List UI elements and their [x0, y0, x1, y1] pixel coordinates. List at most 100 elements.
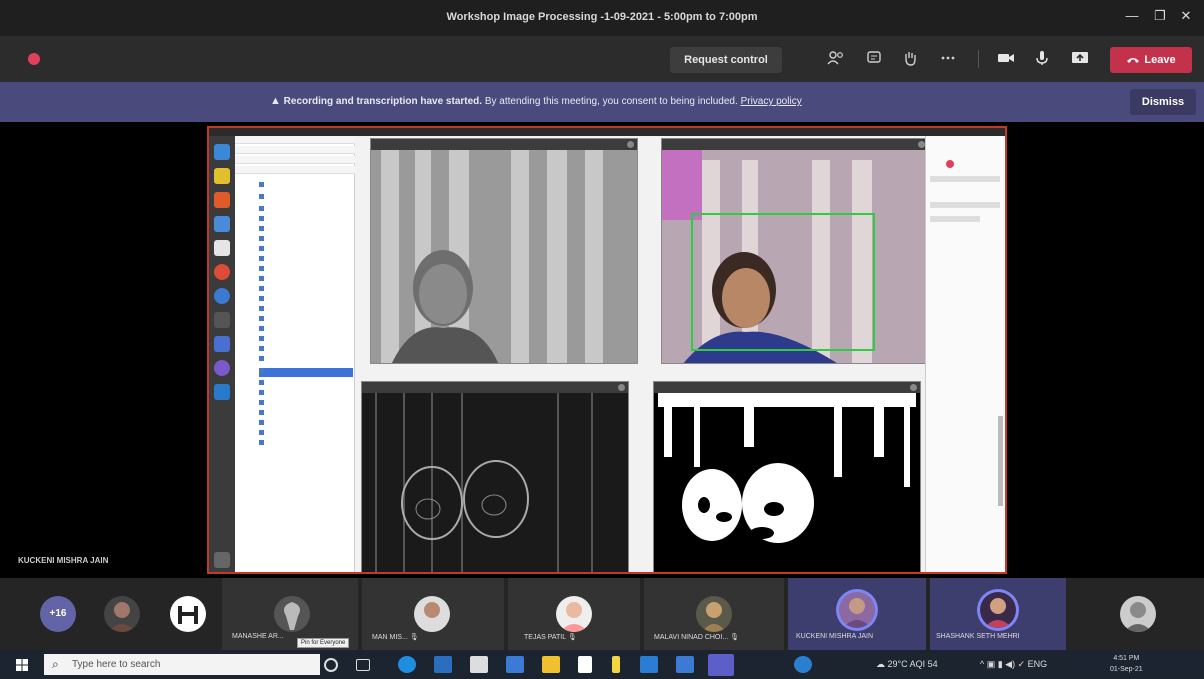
more-options-icon[interactable] [938, 50, 958, 68]
fp-toolbar [235, 146, 355, 154]
close-button[interactable]: ✕ [1176, 8, 1196, 24]
participant-tile[interactable]: MAN MIS... 🎙 [362, 578, 504, 650]
camera-icon[interactable] [996, 50, 1016, 68]
task-view-icon[interactable] [356, 659, 370, 671]
participant-name-text: MALAVI NINAD CHOI... [654, 634, 729, 641]
minimize-button[interactable]: — [1122, 8, 1142, 23]
chat-icon[interactable] [864, 50, 884, 68]
leave-label: Leave [1144, 54, 1176, 66]
participant-tile[interactable]: MALAVI NINAD CHOI... 🎙 [644, 578, 784, 650]
participant-name: MAN MIS... 🎙 [372, 633, 419, 641]
vscode-icon [214, 384, 230, 400]
participant-tile-speaking[interactable]: SHASHANK SETH MEHRI [930, 578, 1066, 650]
panel-line [930, 202, 1000, 208]
list-item [259, 440, 353, 449]
fp-toolbar [235, 166, 355, 174]
dock-app-icon [214, 336, 230, 352]
app-icon[interactable] [506, 656, 524, 673]
dock-app-icon [214, 312, 230, 328]
avatar [556, 596, 592, 632]
avatar [414, 596, 450, 632]
raise-hand-icon[interactable] [900, 50, 920, 68]
more-participants-button[interactable]: +16 [40, 596, 76, 632]
store-icon[interactable] [470, 656, 488, 673]
leave-button[interactable]: Leave [1110, 47, 1192, 73]
banner-text: By attending this meeting, you consent t… [482, 96, 738, 107]
file-explorer-icon[interactable] [542, 656, 560, 673]
scrollbar[interactable] [998, 416, 1003, 506]
meeting-toolbar: Request control Leave [0, 36, 1204, 82]
list-item [259, 400, 353, 409]
mail-icon[interactable] [434, 656, 452, 673]
presenter-name: KUCKENI MISHRA JAIN [18, 556, 109, 565]
share-screen-icon[interactable] [1070, 50, 1090, 68]
warning-icon: ▲ [270, 95, 281, 107]
participant-tile[interactable]: TEJAS PATIL 🎙 [508, 578, 640, 650]
list-item [259, 276, 353, 285]
participant-tile-speaking[interactable]: KUCKENI MISHRA JAIN [788, 578, 926, 650]
chrome-icon [214, 264, 230, 280]
teams-icon[interactable] [708, 654, 734, 676]
threshold-video-window [653, 381, 921, 572]
list-item [259, 380, 353, 389]
dock-app-icon [214, 288, 230, 304]
mic-icon[interactable] [1032, 50, 1052, 68]
weather-text: 29°C AQI 54 [887, 659, 938, 669]
color-frame [662, 150, 928, 363]
title-bar: Workshop Image Processing -1-09-2021 - 5… [0, 0, 1204, 36]
window-close-icon[interactable] [910, 384, 917, 391]
avatar[interactable] [170, 596, 206, 632]
dock-app-icon [214, 216, 230, 232]
desktop-topbar [209, 128, 1005, 136]
grayscale-frame [371, 150, 637, 363]
list-item [259, 336, 353, 345]
taskbar-clock[interactable]: 4:51 PM 01-Sep-21 [1110, 653, 1143, 675]
browser-side-panel [925, 136, 1005, 572]
app-icon[interactable] [612, 656, 620, 673]
list-item [259, 226, 353, 235]
list-item [259, 266, 353, 275]
request-control-button[interactable]: Request control [670, 47, 782, 73]
avatar[interactable] [1120, 596, 1156, 632]
photos-icon[interactable] [676, 656, 694, 673]
dock-app-icon [214, 168, 230, 184]
avatar [696, 596, 732, 632]
dismiss-button[interactable]: Dismiss [1130, 89, 1196, 115]
weather-widget[interactable]: ☁ 29°C AQI 54 [876, 659, 938, 670]
participant-name-text: TEJAS PATIL [524, 634, 566, 641]
banner-message: ▲ Recording and transcription have start… [270, 95, 802, 107]
window-close-icon[interactable] [627, 141, 634, 148]
tray-icons[interactable]: ^ ▣ ▮ ◀) ✓ ENG [980, 659, 1047, 670]
avatar[interactable] [104, 596, 140, 632]
avatar [839, 592, 875, 628]
windows-start-icon[interactable] [16, 659, 28, 671]
list-item [259, 430, 353, 439]
participant-name: MALAVI NINAD CHOI... 🎙 [654, 633, 739, 641]
list-item [259, 246, 353, 255]
dropbox-icon[interactable] [578, 656, 592, 673]
window-titlebar [654, 382, 920, 393]
threshold-frame [654, 393, 920, 572]
detection-video-window [661, 138, 929, 364]
app-dock [209, 136, 235, 572]
list-item [259, 256, 353, 265]
edge-icon[interactable] [398, 656, 416, 673]
file-manager-panel [235, 136, 355, 572]
participant-name: MANASHE AR... [232, 633, 284, 640]
window-titlebar [662, 139, 928, 150]
window-titlebar [362, 382, 628, 393]
browser-icon[interactable] [794, 656, 812, 673]
word-icon[interactable] [640, 656, 658, 673]
panel-line [930, 216, 980, 222]
edge-frame [362, 393, 628, 572]
cortana-icon[interactable] [324, 658, 338, 672]
people-icon[interactable] [826, 50, 846, 68]
window-close-icon[interactable] [618, 384, 625, 391]
taskbar-search-input[interactable]: ⌕ Type here to search [44, 654, 320, 675]
privacy-policy-link[interactable]: Privacy policy [741, 96, 802, 107]
avatar [274, 596, 310, 632]
window-close-icon[interactable] [918, 141, 925, 148]
language-indicator: ENG [1027, 659, 1048, 669]
mic-on-icon: 🎙 [409, 634, 419, 641]
maximize-button[interactable]: ❐ [1150, 8, 1170, 24]
